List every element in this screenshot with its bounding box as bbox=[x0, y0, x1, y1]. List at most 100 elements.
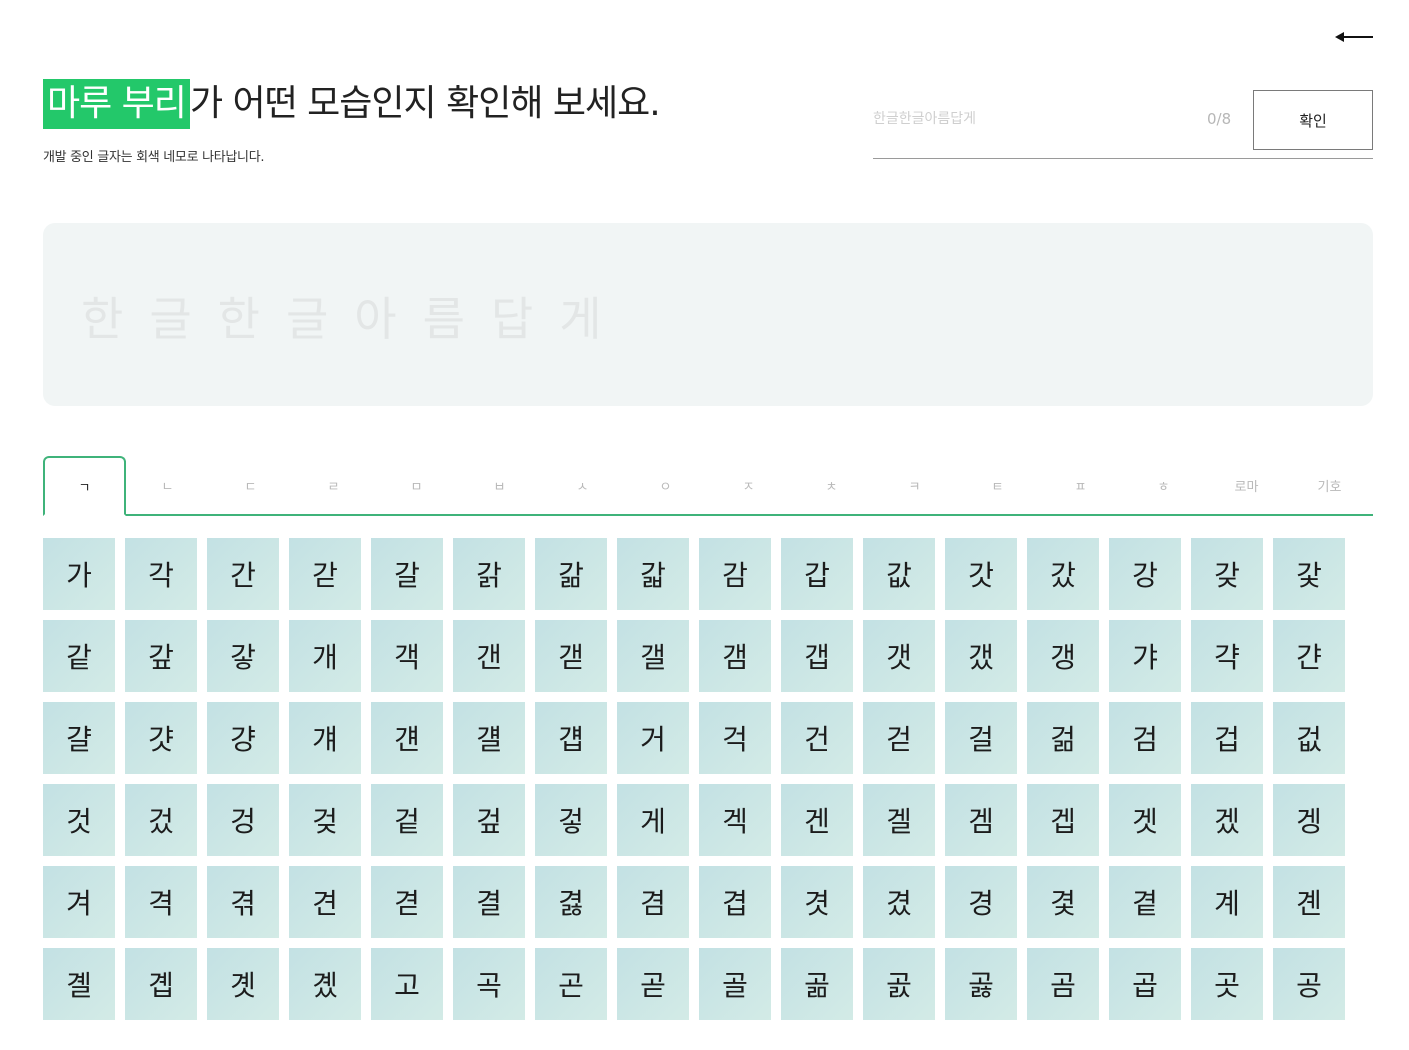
glyph-cell[interactable]: 같 bbox=[43, 620, 115, 692]
glyph-cell[interactable]: 겟 bbox=[1109, 784, 1181, 856]
glyph-cell[interactable]: 가 bbox=[43, 538, 115, 610]
tab-13[interactable]: ㅎ bbox=[1122, 456, 1205, 514]
glyph-cell[interactable]: 고 bbox=[371, 948, 443, 1020]
glyph-cell[interactable]: 견 bbox=[289, 866, 361, 938]
glyph-cell[interactable]: 갰 bbox=[945, 620, 1017, 692]
glyph-cell[interactable]: 곳 bbox=[1191, 948, 1263, 1020]
glyph-cell[interactable]: 갈 bbox=[371, 538, 443, 610]
glyph-cell[interactable]: 갋 bbox=[617, 538, 689, 610]
glyph-cell[interactable]: 겁 bbox=[1191, 702, 1263, 774]
glyph-cell[interactable]: 감 bbox=[699, 538, 771, 610]
glyph-cell[interactable]: 갔 bbox=[1027, 538, 1099, 610]
tab-5[interactable]: ㅂ bbox=[458, 456, 541, 514]
glyph-cell[interactable]: 걀 bbox=[43, 702, 115, 774]
glyph-cell[interactable]: 겊 bbox=[453, 784, 525, 856]
glyph-cell[interactable]: 겝 bbox=[1027, 784, 1099, 856]
glyph-cell[interactable]: 곬 bbox=[863, 948, 935, 1020]
glyph-cell[interactable]: 겍 bbox=[699, 784, 771, 856]
glyph-cell[interactable]: 갸 bbox=[1109, 620, 1181, 692]
glyph-cell[interactable]: 걋 bbox=[125, 702, 197, 774]
glyph-cell[interactable]: 겻 bbox=[781, 866, 853, 938]
glyph-cell[interactable]: 걺 bbox=[1027, 702, 1099, 774]
glyph-cell[interactable]: 걍 bbox=[207, 702, 279, 774]
glyph-cell[interactable]: 곰 bbox=[1027, 948, 1099, 1020]
glyph-cell[interactable]: 곌 bbox=[43, 948, 115, 1020]
glyph-cell[interactable]: 걔 bbox=[289, 702, 361, 774]
glyph-cell[interactable]: 겨 bbox=[43, 866, 115, 938]
glyph-cell[interactable]: 겠 bbox=[1191, 784, 1263, 856]
glyph-cell[interactable]: 갉 bbox=[453, 538, 525, 610]
glyph-cell[interactable]: 곯 bbox=[945, 948, 1017, 1020]
glyph-cell[interactable]: 곗 bbox=[207, 948, 279, 1020]
glyph-cell[interactable]: 개 bbox=[289, 620, 361, 692]
glyph-cell[interactable]: 각 bbox=[125, 538, 197, 610]
tab-4[interactable]: ㅁ bbox=[375, 456, 458, 514]
glyph-cell[interactable]: 갑 bbox=[781, 538, 853, 610]
glyph-cell[interactable]: 것 bbox=[43, 784, 115, 856]
glyph-cell[interactable]: 곕 bbox=[125, 948, 197, 1020]
back-arrow-icon[interactable] bbox=[1334, 26, 1374, 46]
glyph-cell[interactable]: 겄 bbox=[125, 784, 197, 856]
glyph-cell[interactable]: 경 bbox=[945, 866, 1017, 938]
glyph-cell[interactable]: 갬 bbox=[699, 620, 771, 692]
glyph-cell[interactable]: 걥 bbox=[535, 702, 607, 774]
tab-15[interactable]: 기호 bbox=[1288, 456, 1371, 514]
tab-11[interactable]: ㅌ bbox=[956, 456, 1039, 514]
glyph-cell[interactable]: 갱 bbox=[1027, 620, 1099, 692]
glyph-cell[interactable]: 겪 bbox=[207, 866, 279, 938]
glyph-cell[interactable]: 갹 bbox=[1191, 620, 1263, 692]
glyph-cell[interactable]: 갖 bbox=[1191, 538, 1263, 610]
glyph-cell[interactable]: 걸 bbox=[945, 702, 1017, 774]
glyph-cell[interactable]: 걜 bbox=[453, 702, 525, 774]
glyph-cell[interactable]: 간 bbox=[207, 538, 279, 610]
glyph-cell[interactable]: 걷 bbox=[863, 702, 935, 774]
glyph-cell[interactable]: 갼 bbox=[1273, 620, 1345, 692]
glyph-cell[interactable]: 걘 bbox=[371, 702, 443, 774]
glyph-cell[interactable]: 객 bbox=[371, 620, 443, 692]
glyph-cell[interactable]: 값 bbox=[863, 538, 935, 610]
confirm-button[interactable]: 확인 bbox=[1253, 90, 1373, 150]
tab-12[interactable]: ㅍ bbox=[1039, 456, 1122, 514]
glyph-cell[interactable]: 곈 bbox=[1273, 866, 1345, 938]
tab-9[interactable]: ㅊ bbox=[790, 456, 873, 514]
tab-14[interactable]: 로마 bbox=[1205, 456, 1288, 514]
glyph-cell[interactable]: 검 bbox=[1109, 702, 1181, 774]
tab-6[interactable]: ㅅ bbox=[541, 456, 624, 514]
glyph-cell[interactable]: 갓 bbox=[945, 538, 1017, 610]
glyph-cell[interactable]: 겼 bbox=[863, 866, 935, 938]
glyph-cell[interactable]: 거 bbox=[617, 702, 689, 774]
glyph-cell[interactable]: 강 bbox=[1109, 538, 1181, 610]
glyph-cell[interactable]: 갛 bbox=[207, 620, 279, 692]
glyph-cell[interactable]: 겂 bbox=[1273, 702, 1345, 774]
sample-text-input[interactable] bbox=[873, 108, 1193, 130]
glyph-cell[interactable]: 겡 bbox=[1273, 784, 1345, 856]
glyph-cell[interactable]: 겿 bbox=[1027, 866, 1099, 938]
glyph-cell[interactable]: 겆 bbox=[289, 784, 361, 856]
glyph-cell[interactable]: 갇 bbox=[289, 538, 361, 610]
glyph-cell[interactable]: 곁 bbox=[1109, 866, 1181, 938]
glyph-cell[interactable]: 게 bbox=[617, 784, 689, 856]
glyph-cell[interactable]: 겅 bbox=[207, 784, 279, 856]
glyph-cell[interactable]: 계 bbox=[1191, 866, 1263, 938]
glyph-cell[interactable]: 갣 bbox=[535, 620, 607, 692]
glyph-cell[interactable]: 겷 bbox=[535, 866, 607, 938]
glyph-cell[interactable]: 곱 bbox=[1109, 948, 1181, 1020]
glyph-cell[interactable]: 건 bbox=[781, 702, 853, 774]
tab-3[interactable]: ㄹ bbox=[292, 456, 375, 514]
tab-7[interactable]: ㅇ bbox=[624, 456, 707, 514]
glyph-cell[interactable]: 겔 bbox=[863, 784, 935, 856]
glyph-cell[interactable]: 겹 bbox=[699, 866, 771, 938]
glyph-cell[interactable]: 겐 bbox=[781, 784, 853, 856]
glyph-cell[interactable]: 갊 bbox=[535, 538, 607, 610]
glyph-cell[interactable]: 갗 bbox=[1273, 538, 1345, 610]
glyph-cell[interactable]: 공 bbox=[1273, 948, 1345, 1020]
glyph-cell[interactable]: 갚 bbox=[125, 620, 197, 692]
tab-1[interactable]: ㄴ bbox=[126, 456, 209, 514]
glyph-cell[interactable]: 갠 bbox=[453, 620, 525, 692]
glyph-cell[interactable]: 곡 bbox=[453, 948, 525, 1020]
glyph-cell[interactable]: 격 bbox=[125, 866, 197, 938]
tab-10[interactable]: ㅋ bbox=[873, 456, 956, 514]
glyph-cell[interactable]: 곧 bbox=[617, 948, 689, 1020]
glyph-cell[interactable]: 결 bbox=[453, 866, 525, 938]
glyph-cell[interactable]: 곤 bbox=[535, 948, 607, 1020]
